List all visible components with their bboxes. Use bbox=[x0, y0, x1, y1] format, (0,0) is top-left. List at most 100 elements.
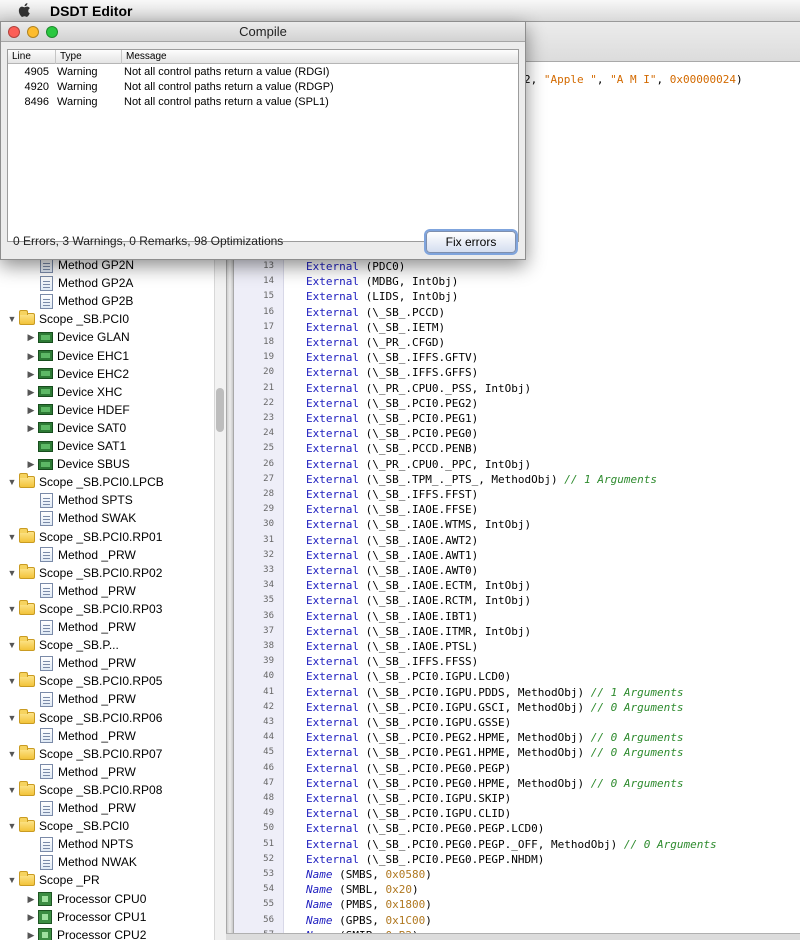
disclosure-closed-icon[interactable]: ▶ bbox=[24, 892, 38, 906]
tree-item-label: Method NPTS bbox=[58, 837, 134, 852]
table-row[interactable]: 8496 Warning Not all control paths retur… bbox=[8, 95, 518, 110]
tree-item[interactable]: Method _PRW bbox=[0, 799, 214, 817]
code-line: Name (PMBS, 0x1800) bbox=[306, 897, 432, 912]
disclosure-closed-icon[interactable]: ▶ bbox=[24, 403, 38, 417]
tree-item[interactable]: Method _PRW bbox=[0, 727, 214, 745]
tree-item[interactable]: ▶ Device HDEF bbox=[0, 401, 214, 419]
tree-item[interactable]: Method _PRW bbox=[0, 618, 214, 636]
tree-item[interactable]: ▶ Processor CPU1 bbox=[0, 908, 214, 926]
disclosure-closed-icon[interactable]: ▶ bbox=[24, 928, 38, 940]
table-row[interactable]: 4920 Warning Not all control paths retur… bbox=[8, 80, 518, 95]
compile-results-table[interactable]: Line Type Message 4905 Warning Not all c… bbox=[7, 49, 519, 242]
method-icon bbox=[40, 836, 53, 852]
tree-item[interactable]: Method NWAK bbox=[0, 853, 214, 871]
disclosure-closed-icon[interactable]: ▶ bbox=[24, 385, 38, 399]
header-fragment-line: 2, "Apple ", "A M I", 0x00000024) bbox=[524, 73, 743, 86]
line-number: 49 bbox=[263, 808, 274, 819]
disclosure-open-icon[interactable]: ▼ bbox=[5, 566, 19, 580]
folder-icon bbox=[19, 817, 35, 833]
folder-icon bbox=[19, 527, 35, 543]
tree-item[interactable]: ▶ Device SBUS bbox=[0, 455, 214, 473]
tree-item[interactable]: ▶ Processor CPU2 bbox=[0, 926, 214, 940]
column-header-message[interactable]: Message bbox=[122, 50, 518, 64]
table-row[interactable]: 4905 Warning Not all control paths retur… bbox=[8, 65, 518, 80]
tree-scroll-thumb[interactable] bbox=[216, 388, 224, 432]
line-number: 29 bbox=[263, 504, 274, 515]
tree-item[interactable]: Device SAT1 bbox=[0, 437, 214, 455]
disclosure-closed-icon[interactable]: ▶ bbox=[24, 367, 38, 381]
horizontal-scrollbar[interactable] bbox=[226, 933, 800, 940]
tree-item[interactable]: ▼ Scope _SB.PCI0.RP06 bbox=[0, 708, 214, 727]
tree-item[interactable]: Method NPTS bbox=[0, 835, 214, 853]
tree-item[interactable]: ▼ Scope _SB.PCI0.RP01 bbox=[0, 527, 214, 546]
disclosure-closed-icon[interactable]: ▶ bbox=[24, 910, 38, 924]
node-tree[interactable]: Method GP2N Method GP2A Method GP2B ▼ Scope … bbox=[0, 256, 226, 940]
tree-item[interactable]: Method SWAK bbox=[0, 509, 214, 527]
tree-item[interactable]: Method _PRW bbox=[0, 582, 214, 600]
apple-icon[interactable] bbox=[17, 2, 33, 19]
tree-item[interactable]: ▼ Scope _SB.PCI0.RP03 bbox=[0, 599, 214, 618]
code-text: (\_SB_.TPM_._PTS_, MethodObj) bbox=[358, 472, 565, 486]
disclosure-closed-icon[interactable]: ▶ bbox=[24, 421, 38, 435]
method-icon bbox=[40, 854, 53, 870]
tree-item[interactable]: Method SPTS bbox=[0, 491, 214, 509]
code-comment: // 0 Arguments bbox=[590, 731, 684, 745]
tree-item[interactable]: ▼ Scope _SB.PCI0.RP08 bbox=[0, 780, 214, 799]
tree-item[interactable]: Method GP2B bbox=[0, 292, 214, 310]
tree-scrollbar[interactable] bbox=[214, 256, 226, 940]
column-header-type[interactable]: Type bbox=[56, 50, 122, 64]
column-header-line[interactable]: Line bbox=[8, 50, 56, 64]
line-number: 25 bbox=[263, 443, 274, 454]
tree-item[interactable]: Method _PRW bbox=[0, 763, 214, 781]
code-line: External (\_SB_.PCI0.IGPU.SKIP) bbox=[306, 791, 511, 806]
disclosure-open-icon[interactable]: ▼ bbox=[5, 783, 19, 797]
disclosure-open-icon[interactable]: ▼ bbox=[5, 530, 19, 544]
disclosure-open-icon[interactable]: ▼ bbox=[5, 638, 19, 652]
tree-item[interactable]: ▶ Device SAT0 bbox=[0, 419, 214, 437]
tree-item[interactable]: ▼ Scope _SB.P... bbox=[0, 636, 214, 654]
close-icon[interactable] bbox=[8, 26, 20, 38]
tree-item[interactable]: ▼ Scope _SB.PCI0.RP07 bbox=[0, 744, 214, 763]
tree-item[interactable]: ▼ Scope _SB.PCI0.LPCB bbox=[0, 473, 214, 491]
disclosure-open-icon[interactable]: ▼ bbox=[5, 475, 19, 489]
disclosure-closed-icon[interactable]: ▶ bbox=[24, 330, 38, 344]
code-keyword: External bbox=[306, 624, 359, 638]
disclosure-open-icon[interactable]: ▼ bbox=[5, 602, 19, 616]
disclosure-closed-icon[interactable]: ▶ bbox=[24, 349, 38, 363]
tree-item[interactable]: Method _PRW bbox=[0, 546, 214, 564]
tree-item[interactable]: Method _PRW bbox=[0, 690, 214, 708]
code-keyword: External bbox=[306, 746, 359, 760]
code-text: (\_SB_.IAOE.AWT2) bbox=[358, 533, 479, 547]
tree-item[interactable]: ▼ Scope _SB.PCI0.RP02 bbox=[0, 563, 214, 582]
minimize-icon[interactable] bbox=[27, 26, 39, 38]
tree-item[interactable]: ▶ Device EHC2 bbox=[0, 365, 214, 383]
tree-item[interactable]: Method GP2A bbox=[0, 274, 214, 292]
cell-line: 4920 bbox=[24, 81, 49, 93]
app-name-menu[interactable]: DSDT Editor bbox=[50, 3, 132, 19]
disclosure-closed-icon[interactable]: ▶ bbox=[24, 457, 38, 471]
tree-item[interactable]: Method _PRW bbox=[0, 654, 214, 672]
disclosure-open-icon[interactable]: ▼ bbox=[5, 674, 19, 688]
code-line: External (\_SB_.IAOE.WTMS, IntObj) bbox=[306, 517, 531, 532]
tree-item[interactable]: ▼ Scope _SB.PCI0 bbox=[0, 310, 214, 328]
disclosure-open-icon[interactable]: ▼ bbox=[5, 711, 19, 725]
disclosure-open-icon[interactable]: ▼ bbox=[5, 312, 19, 326]
tree-item[interactable]: ▶ Device XHC bbox=[0, 383, 214, 401]
tree-item[interactable]: ▼ Scope _SB.PCI0.RP05 bbox=[0, 672, 214, 690]
disclosure-open-icon[interactable]: ▼ bbox=[5, 873, 19, 887]
tree-item[interactable]: ▶ Processor CPU0 bbox=[0, 890, 214, 908]
code-text: (\_SB_.PCI0.PEG0.PEGP) bbox=[358, 761, 512, 775]
tree-item[interactable]: ▶ Device EHC1 bbox=[0, 347, 214, 365]
code-line: External (\_SB_.IAOE.PTSL) bbox=[306, 639, 478, 654]
code-keyword: External bbox=[306, 412, 359, 425]
zoom-icon[interactable] bbox=[46, 26, 58, 38]
disclosure-open-icon[interactable]: ▼ bbox=[5, 747, 19, 761]
disclosure-open-icon[interactable]: ▼ bbox=[5, 819, 19, 833]
tree-item[interactable]: ▶ Device GLAN bbox=[0, 328, 214, 346]
fix-errors-button[interactable]: Fix errors bbox=[426, 231, 516, 253]
code-line: External (\_SB_.IAOE.FFSE) bbox=[306, 502, 478, 517]
tree-item[interactable]: ▼ Scope _SB.PCI0 bbox=[0, 817, 214, 835]
tree-item[interactable]: ▼ Scope _PR bbox=[0, 871, 214, 889]
line-number: 47 bbox=[263, 777, 274, 788]
code-keyword: External bbox=[306, 579, 359, 593]
